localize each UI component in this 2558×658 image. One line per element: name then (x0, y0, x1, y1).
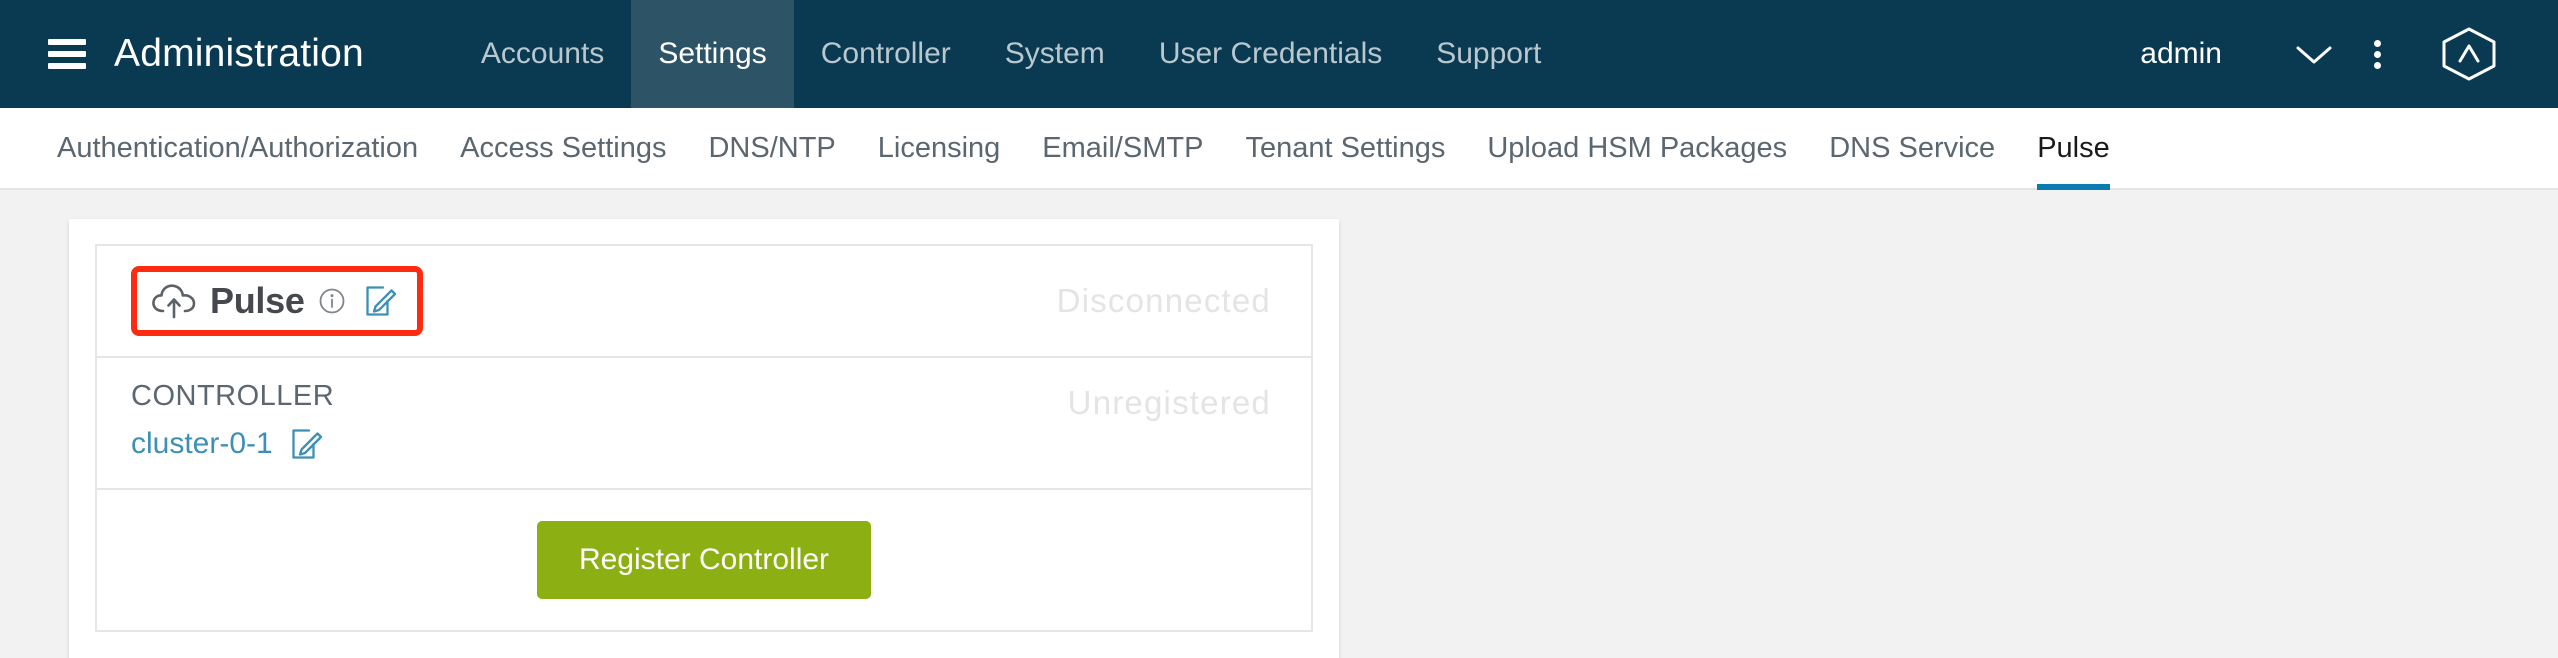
pulse-title-highlight-box: Pulse (131, 266, 423, 336)
subnav-item-label: Tenant Settings (1245, 131, 1446, 164)
secondary-nav: Authentication/Authorization Access Sett… (0, 108, 2558, 190)
controller-info: CONTROLLER cluster-0-1 (131, 380, 334, 461)
username-label[interactable]: admin (2140, 37, 2282, 71)
controller-name-row: cluster-0-1 (131, 427, 334, 461)
avi-hexagon-logo-icon[interactable] (2408, 24, 2512, 84)
pulse-connection-status: Disconnected (1056, 282, 1271, 319)
kebab-dot (2373, 39, 2381, 47)
subnav-item-label: Pulse (2037, 131, 2110, 164)
subnav-item-dns-service[interactable]: DNS Service (1808, 108, 2016, 188)
nav-item-controller[interactable]: Controller (794, 0, 978, 108)
pulse-panel: Pulse Disconnected CONTROLLER cluster-0-… (95, 244, 1313, 632)
controller-registration-status: Unregistered (1067, 384, 1271, 421)
nav-item-label: Support (1436, 37, 1542, 70)
hamburger-line (48, 51, 86, 57)
nav-item-settings[interactable]: Settings (631, 0, 794, 108)
nav-item-support[interactable]: Support (1409, 0, 1568, 108)
subnav-item-label: DNS/NTP (708, 131, 836, 164)
kebab-dot (2373, 50, 2381, 58)
nav-item-label: Controller (820, 37, 951, 70)
subnav-item-pulse[interactable]: Pulse (2016, 108, 2131, 190)
hamburger-line (48, 39, 86, 45)
header-user-controls: admin (2140, 0, 2558, 108)
panel-footer-row: Register Controller (97, 490, 1311, 630)
controller-row: CONTROLLER cluster-0-1 Unregistered (97, 358, 1311, 490)
subnav-item-label: Authentication/Authorization (57, 131, 419, 164)
page-title: Administration (114, 32, 364, 75)
subnav-item-label: Email/SMTP (1042, 131, 1204, 164)
subnav-item-label: Access Settings (460, 131, 667, 164)
info-circle-icon[interactable] (318, 287, 346, 315)
subnav-item-label: Licensing (877, 131, 1001, 164)
subnav-item-licensing[interactable]: Licensing (857, 108, 1022, 188)
pulse-page-card: Pulse Disconnected CONTROLLER cluster-0-… (69, 219, 1339, 658)
edit-pencil-icon[interactable] (364, 284, 398, 318)
pulse-panel-header-row: Pulse Disconnected (97, 246, 1311, 358)
primary-nav: Accounts Settings Controller System User… (454, 0, 1568, 108)
subnav-item-label: Upload HSM Packages (1487, 131, 1788, 164)
nav-item-label: User Credentials (1158, 37, 1383, 70)
hamburger-line (48, 63, 86, 69)
register-controller-button[interactable]: Register Controller (536, 521, 872, 599)
subnav-item-tenant-settings[interactable]: Tenant Settings (1224, 108, 1466, 188)
cloud-upload-icon (152, 284, 196, 319)
pulse-title: Pulse (210, 280, 305, 321)
chevron-down-icon[interactable] (2282, 34, 2346, 74)
nav-item-user-credentials[interactable]: User Credentials (1132, 0, 1409, 108)
hamburger-icon[interactable] (48, 39, 86, 69)
subnav-item-dns-ntp[interactable]: DNS/NTP (687, 108, 856, 188)
kebab-dot (2373, 61, 2381, 69)
subnav-item-email-smtp[interactable]: Email/SMTP (1021, 108, 1224, 188)
controller-label: CONTROLLER (131, 380, 335, 412)
main-content: Pulse Disconnected CONTROLLER cluster-0-… (0, 219, 2558, 658)
top-header-bar: Administration Accounts Settings Control… (0, 0, 2558, 108)
nav-item-label: Settings (658, 37, 767, 70)
nav-item-system[interactable]: System (978, 0, 1132, 108)
edit-pencil-icon[interactable] (290, 427, 324, 461)
nav-item-label: Accounts (480, 37, 605, 70)
subnav-item-access-settings[interactable]: Access Settings (439, 108, 687, 188)
subnav-item-label: DNS Service (1829, 131, 1996, 164)
nav-item-accounts[interactable]: Accounts (454, 0, 631, 108)
vertical-dots-icon[interactable] (2346, 31, 2408, 77)
nav-item-label: System (1004, 37, 1105, 70)
brand-area: Administration (0, 0, 364, 108)
subnav-item-upload-hsm-packages[interactable]: Upload HSM Packages (1466, 108, 1808, 188)
controller-name-link[interactable]: cluster-0-1 (131, 427, 273, 461)
subnav-item-authentication-authorization[interactable]: Authentication/Authorization (57, 108, 439, 188)
